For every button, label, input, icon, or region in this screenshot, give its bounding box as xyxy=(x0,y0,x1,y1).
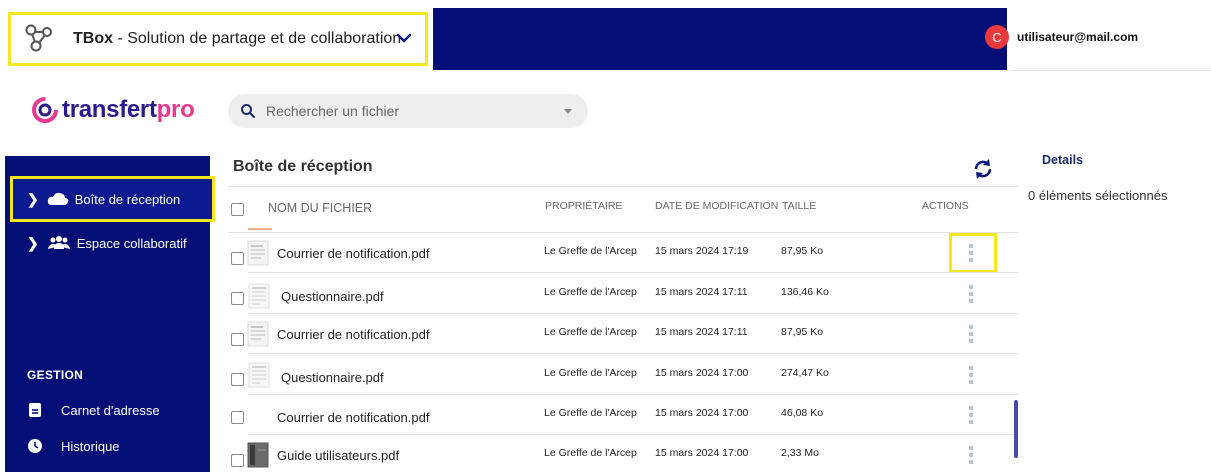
column-header-modified[interactable]: DATE DE MODIFICATION xyxy=(655,200,778,212)
divider xyxy=(248,313,1018,314)
pdf-thumbnail-icon xyxy=(248,362,270,388)
row-checkbox[interactable] xyxy=(231,373,244,386)
page-title: Boîte de réception xyxy=(233,158,373,175)
sidebar-item-address-book[interactable]: Carnet d'adresse xyxy=(27,402,160,418)
app-title: TBox - Solution de partage et de collabo… xyxy=(73,30,402,47)
divider xyxy=(1010,70,1211,71)
file-size: 274,47 Ko xyxy=(781,367,829,379)
users-icon xyxy=(47,236,70,249)
pdf-thumbnail-icon xyxy=(247,321,269,347)
file-date: 15 mars 2024 17:11 xyxy=(655,326,748,338)
app-switcher[interactable]: TBox - Solution de partage et de collabo… xyxy=(8,12,428,66)
cloud-icon xyxy=(47,192,68,205)
file-size: 87,95 Ko xyxy=(781,326,824,338)
row-checkbox[interactable] xyxy=(231,292,244,305)
file-name[interactable]: Questionnaire.pdf xyxy=(281,370,384,385)
section-title-gestion: GESTION xyxy=(27,368,84,382)
chevron-right-icon: ❯ xyxy=(27,190,39,207)
more-actions-icon[interactable] xyxy=(968,446,974,468)
sidebar-item-inbox[interactable]: ❯ Boîte de réception xyxy=(10,176,215,222)
file-name[interactable]: Questionnaire.pdf xyxy=(281,289,384,304)
file-date: 15 mars 2024 17:00 xyxy=(655,447,749,459)
more-actions-icon[interactable] xyxy=(968,285,974,307)
transfertpro-logo-icon xyxy=(32,97,58,123)
file-owner: Le Greffe de l'Arcep xyxy=(544,245,637,257)
pdf-thumbnail-icon xyxy=(248,283,270,309)
sidebar-item-label: Carnet d'adresse xyxy=(61,402,160,418)
sidebar-item-label: Historique xyxy=(61,438,120,454)
file-name[interactable]: Courrier de notification.pdf xyxy=(277,410,429,425)
file-owner: Le Greffe de l'Arcep xyxy=(544,286,637,298)
divider xyxy=(248,272,1018,273)
clock-icon xyxy=(28,439,42,453)
user-menu[interactable]: C utilisateur@mail.com xyxy=(985,25,1138,49)
details-title: Details xyxy=(1042,153,1083,167)
search-icon xyxy=(241,104,255,118)
divider xyxy=(228,186,1018,187)
row-checkbox[interactable] xyxy=(231,252,244,265)
file-date: 15 mars 2024 17:19 xyxy=(655,245,749,257)
file-owner: Le Greffe de l'Arcep xyxy=(544,367,637,379)
file-name[interactable]: Courrier de notification.pdf xyxy=(277,327,429,342)
file-size: 2,33 Mo xyxy=(781,447,819,459)
pdf-thumbnail-icon xyxy=(247,442,269,468)
row-checkbox[interactable] xyxy=(231,454,244,467)
pdf-thumbnail-icon xyxy=(247,240,269,266)
header-banner xyxy=(433,8,1007,70)
file-date: 15 mars 2024 17:11 xyxy=(655,286,748,298)
user-email: utilisateur@mail.com xyxy=(1017,30,1139,44)
divider xyxy=(248,394,1018,395)
divider xyxy=(248,353,1018,354)
search-placeholder: Rechercher un fichier xyxy=(266,103,400,119)
sidebar-item-label: Espace collaboratif xyxy=(76,235,187,251)
file-size: 46,08 Ko xyxy=(781,407,824,419)
column-header-actions: ACTIONS xyxy=(922,200,969,212)
sidebar: ❯ Boîte de réception ❯ Espace collaborat… xyxy=(5,156,215,472)
more-actions-icon[interactable] xyxy=(968,406,974,428)
chevron-down-icon[interactable] xyxy=(395,29,413,47)
actions-highlight xyxy=(949,233,997,273)
brand-logo[interactable]: transfertpro xyxy=(30,95,195,125)
refresh-icon[interactable] xyxy=(972,158,994,180)
file-name[interactable]: Courrier de notification.pdf xyxy=(277,246,429,261)
chevron-right-icon: ❯ xyxy=(27,234,39,251)
divider xyxy=(228,232,1018,233)
more-actions-icon[interactable] xyxy=(968,366,974,388)
search-input[interactable]: Rechercher un fichier xyxy=(228,94,588,128)
file-size: 87,95 Ko xyxy=(781,245,824,257)
column-header-owner[interactable]: PROPRIÉTAIRE xyxy=(545,200,622,212)
file-owner: Le Greffe de l'Arcep xyxy=(544,326,637,338)
file-size: 136,46 Ko xyxy=(781,286,829,298)
column-header-size[interactable]: TAILLE xyxy=(782,200,816,212)
selection-count: 0 éléments sélectionnés xyxy=(1028,188,1168,203)
dropdown-caret-icon[interactable] xyxy=(564,109,572,114)
top-bar: TBox - Solution de partage et de collabo… xyxy=(0,0,1211,70)
file-owner: Le Greffe de l'Arcep xyxy=(544,407,637,419)
file-owner: Le Greffe de l'Arcep xyxy=(544,447,637,459)
sidebar-item-collaborative-space[interactable]: ❯ Espace collaboratif xyxy=(5,220,210,266)
sidebar-item-label: Boîte de réception xyxy=(74,191,181,207)
network-logo-icon xyxy=(25,24,52,52)
row-checkbox[interactable] xyxy=(231,333,244,346)
scrollbar[interactable] xyxy=(1014,400,1018,458)
file-date: 15 mars 2024 17:00 xyxy=(655,367,749,379)
more-actions-icon[interactable] xyxy=(968,325,974,347)
divider xyxy=(248,434,1018,435)
select-all-checkbox[interactable] xyxy=(231,203,244,216)
thumbnail-edge xyxy=(248,228,272,230)
avatar[interactable]: C xyxy=(985,25,1009,49)
sidebar-item-history[interactable]: Historique xyxy=(27,438,120,454)
column-header-name[interactable]: NOM DU FICHIER xyxy=(268,201,372,215)
file-date: 15 mars 2024 17:00 xyxy=(655,407,749,419)
file-name[interactable]: Guide utilisateurs.pdf xyxy=(277,448,399,463)
address-book-icon xyxy=(29,403,41,417)
brand-name: transfertpro xyxy=(62,96,195,123)
row-checkbox[interactable] xyxy=(231,411,244,424)
